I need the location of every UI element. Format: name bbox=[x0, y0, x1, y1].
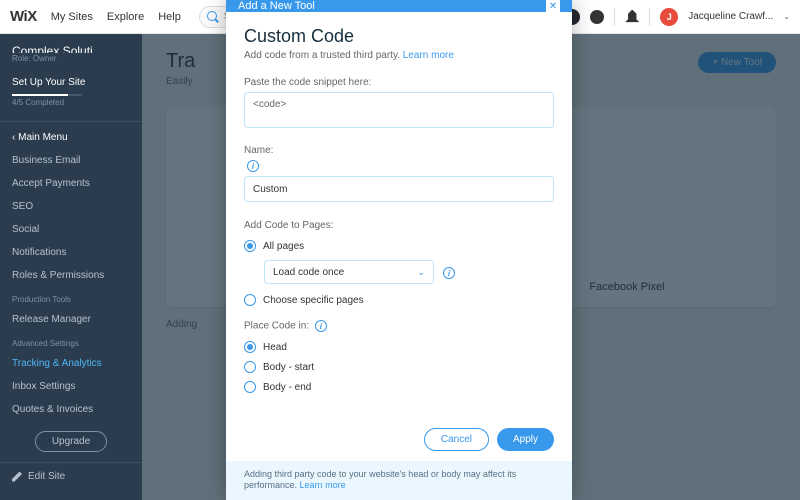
edit-site-button[interactable]: Edit Site bbox=[0, 462, 142, 490]
nav-help[interactable]: Help bbox=[158, 11, 181, 23]
code-snippet-input[interactable]: <code> bbox=[244, 92, 554, 128]
radio-icon bbox=[244, 341, 256, 353]
sidebar-item-notifications[interactable]: Notifications bbox=[0, 241, 142, 264]
radio-body-start[interactable]: Body - start bbox=[244, 357, 554, 377]
setup-progress bbox=[12, 94, 82, 96]
info-icon[interactable]: i bbox=[443, 267, 455, 279]
learn-more-link[interactable]: Learn more bbox=[300, 480, 346, 490]
custom-code-modal: Add a New Tool ✕ Custom Code Add code fr… bbox=[226, 0, 572, 500]
cancel-button[interactable]: Cancel bbox=[424, 428, 489, 451]
sidebar-item-roles[interactable]: Roles & Permissions bbox=[0, 264, 142, 287]
sidebar-item-business-email[interactable]: Business Email bbox=[0, 149, 142, 172]
paste-label: Paste the code snippet here: bbox=[244, 77, 554, 88]
apply-button[interactable]: Apply bbox=[497, 428, 554, 451]
chat-icon[interactable] bbox=[590, 10, 604, 24]
username[interactable]: Jacqueline Crawf... bbox=[688, 11, 773, 22]
sidebar-item-tracking[interactable]: Tracking & Analytics bbox=[0, 352, 142, 375]
nav-explore[interactable]: Explore bbox=[107, 11, 144, 23]
upgrade-button[interactable]: Upgrade bbox=[35, 431, 107, 452]
modal-header-title: Add a New Tool bbox=[238, 0, 315, 12]
info-icon[interactable]: i bbox=[315, 320, 327, 332]
search-icon bbox=[207, 11, 217, 21]
radio-body-end[interactable]: Body - end bbox=[244, 377, 554, 397]
modal-description: Add code from a trusted third party. Lea… bbox=[244, 50, 554, 61]
modal-title: Custom Code bbox=[244, 26, 554, 47]
sidebar-item-payments[interactable]: Accept Payments bbox=[0, 172, 142, 195]
learn-more-link[interactable]: Learn more bbox=[403, 50, 454, 61]
divider bbox=[649, 8, 650, 26]
place-label: Place Code in: i bbox=[244, 320, 554, 332]
site-name: Complex Soluti... bbox=[0, 44, 142, 53]
sidebar-item-seo[interactable]: SEO bbox=[0, 195, 142, 218]
sidebar-back[interactable]: ‹ Main Menu bbox=[0, 126, 142, 149]
pencil-icon bbox=[12, 472, 22, 482]
sidebar-item-release[interactable]: Release Manager bbox=[0, 308, 142, 331]
radio-head[interactable]: Head bbox=[244, 337, 554, 357]
nav-my-sites[interactable]: My Sites bbox=[51, 11, 93, 23]
sidebar-section-adv: Advanced Settings bbox=[0, 331, 142, 352]
radio-choose-pages[interactable]: Choose specific pages bbox=[244, 290, 554, 310]
setup-link[interactable]: Set Up Your Site bbox=[0, 71, 142, 90]
bell-icon[interactable] bbox=[625, 10, 639, 24]
sidebar-item-inbox[interactable]: Inbox Settings bbox=[0, 375, 142, 398]
sidebar-item-social[interactable]: Social bbox=[0, 218, 142, 241]
radio-icon bbox=[244, 381, 256, 393]
radio-icon bbox=[244, 294, 256, 306]
radio-icon bbox=[244, 361, 256, 373]
load-mode-select[interactable]: Load code once ⌄ bbox=[264, 260, 434, 284]
sidebar-item-quotes[interactable]: Quotes & Invoices bbox=[0, 398, 142, 421]
chevron-down-icon: ⌄ bbox=[417, 267, 425, 278]
name-input[interactable] bbox=[244, 176, 554, 202]
radio-icon bbox=[244, 240, 256, 252]
name-label: Name: bbox=[244, 145, 554, 156]
modal-tip: Adding third party code to your website'… bbox=[226, 461, 572, 500]
avatar[interactable]: J bbox=[660, 8, 678, 26]
info-icon[interactable]: i bbox=[247, 160, 259, 172]
site-role: Role: Owner bbox=[0, 53, 142, 71]
chevron-down-icon[interactable]: ⌄ bbox=[783, 12, 790, 21]
sidebar-section-prod: Production Tools bbox=[0, 287, 142, 308]
close-icon[interactable]: ✕ bbox=[546, 0, 560, 12]
radio-all-pages[interactable]: All pages bbox=[244, 236, 554, 256]
wix-logo[interactable]: WiX bbox=[10, 8, 37, 25]
divider bbox=[614, 8, 615, 26]
pages-label: Add Code to Pages: bbox=[244, 220, 554, 231]
setup-progress-label: 4/5 Completed bbox=[0, 98, 142, 117]
